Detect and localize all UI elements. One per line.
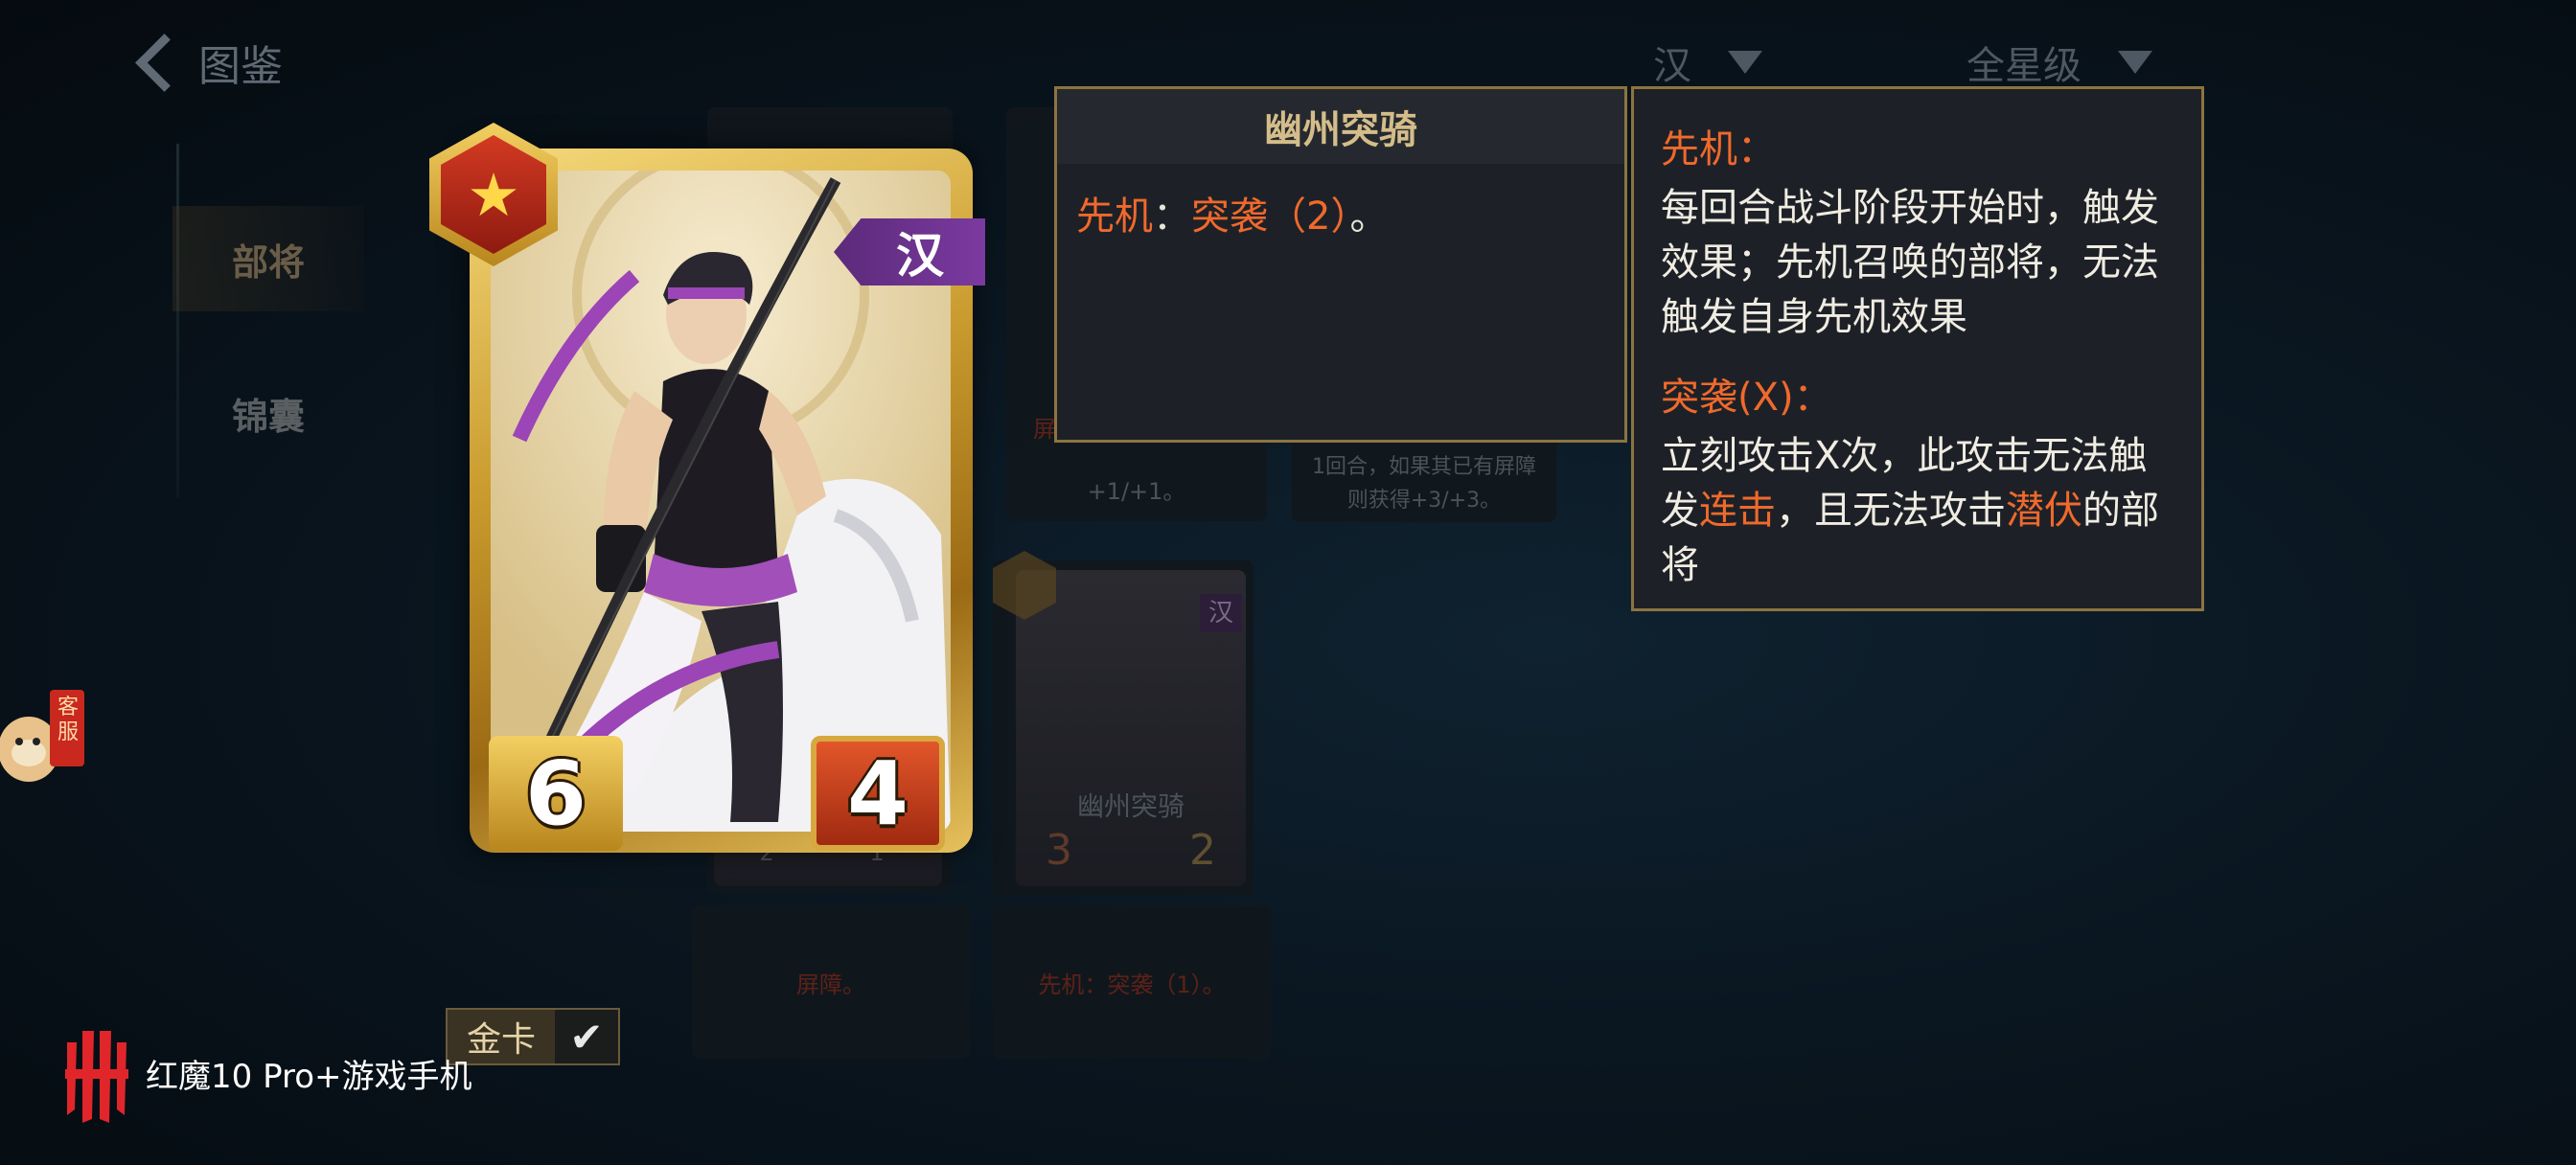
health-value: 4 bbox=[811, 736, 945, 851]
triangle-down-icon bbox=[2118, 51, 2152, 74]
sidebar-item-generals[interactable]: 部将 bbox=[172, 206, 364, 311]
customer-service-button[interactable]: 客服 bbox=[0, 682, 86, 789]
sidebar-item-label: 锦囊 bbox=[231, 395, 305, 438]
skill-description: 先机：突袭（2）。 bbox=[1057, 164, 1624, 262]
faction-badge: 汉 bbox=[1200, 594, 1242, 632]
card-description-line: 先机：突袭（1）。 bbox=[1038, 971, 1226, 998]
keyword-description: 每回合战斗阶段开始时，触发效果；先机召唤的部将，无法触发自身先机效果 bbox=[1661, 186, 2159, 339]
keyword-description: 立刻攻击X次，此攻击无法触发连击，且无法攻击潜伏的部将 bbox=[1661, 434, 2159, 587]
faction-filter-value: 汉 bbox=[1653, 44, 1691, 88]
card-name: 幽州突骑 bbox=[1076, 790, 1184, 822]
chevron-left-icon bbox=[135, 33, 194, 92]
attack-value: 6 bbox=[489, 736, 623, 851]
card-detail-panel: 幽州突骑 先机：突袭（2）。 bbox=[1054, 86, 1627, 443]
device-watermark: 红魔10 Pro+游戏手机 bbox=[59, 1023, 472, 1123]
keyword-link-stealth[interactable]: 潜伏 bbox=[2006, 489, 2082, 533]
faction-label: 汉 bbox=[896, 228, 944, 284]
triangle-down-icon bbox=[1728, 51, 1762, 74]
star-filter-value: 全星级 bbox=[1966, 44, 2082, 88]
card-attack: 3 bbox=[1046, 826, 1072, 875]
card-description-line: +1/+1。 bbox=[1087, 478, 1186, 505]
star-icon: ★ bbox=[441, 135, 546, 254]
keyword-title: 突袭(X)： bbox=[1661, 376, 1832, 420]
service-label: 客服 bbox=[57, 696, 79, 744]
card-name-title: 幽州突骑 bbox=[1057, 89, 1624, 164]
faction-badge: 汉 bbox=[834, 218, 985, 286]
skill-effect[interactable]: 突袭（2） bbox=[1191, 194, 1349, 239]
back-button[interactable]: 图鉴 bbox=[135, 29, 283, 96]
brand-text: 红魔10 Pro+游戏手机 bbox=[146, 1057, 472, 1096]
card-description-line: 则获得+3/+3。 bbox=[1346, 489, 1502, 513]
red-magic-logo-icon bbox=[65, 1031, 128, 1123]
checkmark-icon: ✔ bbox=[569, 1013, 604, 1061]
keyword-tooltip: 先机： 每回合战斗阶段开始时，触发效果；先机召唤的部将，无法触发自身先机效果 突… bbox=[1631, 86, 2204, 611]
card-health: 2 bbox=[1189, 826, 1216, 875]
page-title: 图鉴 bbox=[198, 42, 283, 91]
sidebar-item-tactics[interactable]: 锦囊 bbox=[172, 360, 364, 466]
card-description-line: 1回合，如果其已有屏障 bbox=[1312, 455, 1536, 479]
skill-separator: ： bbox=[1153, 194, 1191, 239]
keyword-link-combo[interactable]: 连击 bbox=[1699, 489, 1776, 533]
skill-keyword[interactable]: 先机 bbox=[1076, 194, 1153, 239]
card-description-line: 屏障。 bbox=[796, 971, 865, 998]
skill-end: 。 bbox=[1349, 194, 1389, 239]
keyword-title: 先机： bbox=[1661, 127, 1776, 171]
sidebar-item-label: 部将 bbox=[231, 240, 305, 284]
